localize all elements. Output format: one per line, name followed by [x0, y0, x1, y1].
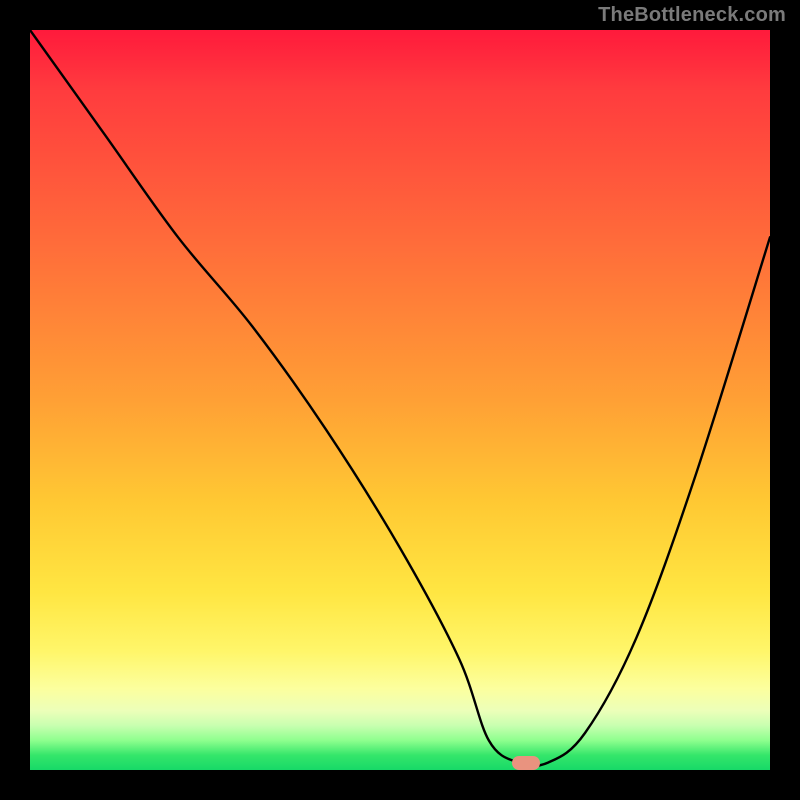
watermark-text: TheBottleneck.com	[598, 4, 786, 27]
chart-frame: TheBottleneck.com	[0, 0, 800, 800]
plot-area	[30, 30, 770, 770]
optimum-marker	[512, 756, 540, 770]
bottleneck-curve	[30, 30, 770, 766]
curve-layer	[30, 30, 770, 770]
